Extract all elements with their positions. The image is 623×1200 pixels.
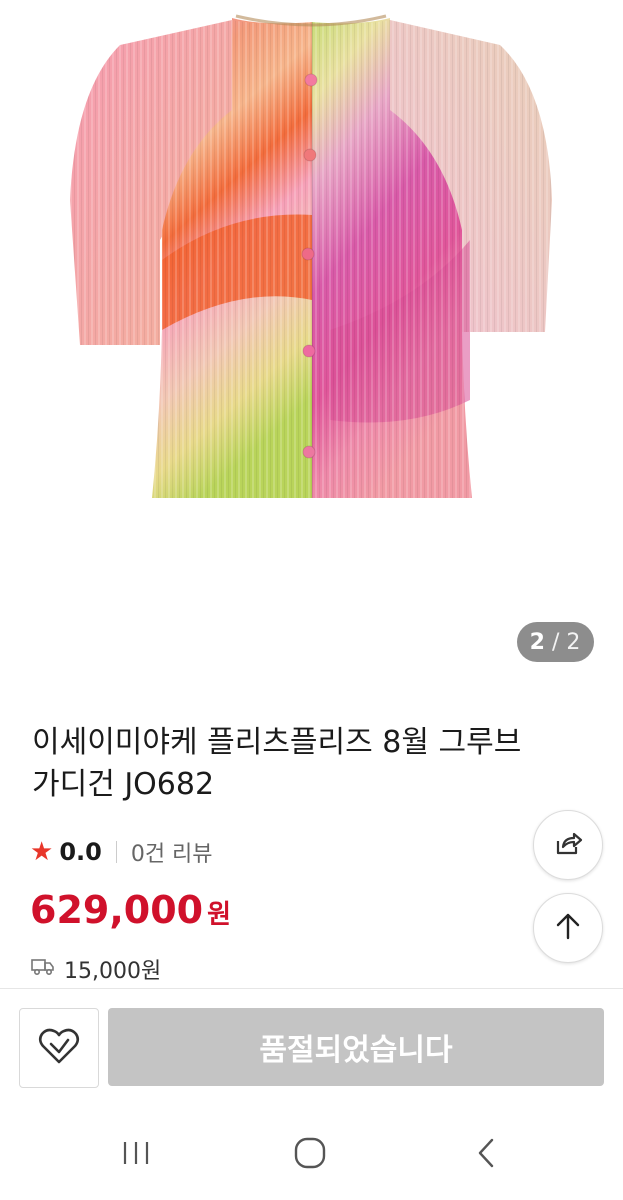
- image-counter-separator: /: [551, 629, 561, 655]
- home-icon: [293, 1136, 327, 1174]
- arrow-up-icon: [554, 911, 582, 945]
- system-navigation-bar: [0, 1110, 623, 1200]
- price: 629,000 원: [30, 888, 231, 944]
- scroll-top-button[interactable]: [533, 893, 603, 963]
- truck-icon: [30, 956, 64, 982]
- soldout-button[interactable]: 품절되었습니다: [108, 1008, 604, 1086]
- rating-row[interactable]: ★ 0.0 0건 리뷰: [30, 832, 213, 872]
- image-counter-total: 2: [566, 629, 582, 655]
- image-counter-current: 2: [529, 629, 546, 655]
- wishlist-button[interactable]: [19, 1008, 99, 1088]
- share-icon: [552, 827, 584, 863]
- nav-home-button[interactable]: [280, 1130, 340, 1180]
- back-icon: [474, 1136, 498, 1174]
- product-image[interactable]: 2 / 2: [0, 0, 623, 690]
- shipping-fee: 15,000원: [64, 959, 162, 984]
- heart-check-icon: [37, 1026, 81, 1070]
- recents-icon: [119, 1138, 153, 1172]
- bottom-action-bar: 품절되었습니다: [0, 988, 623, 1111]
- share-button[interactable]: [533, 810, 603, 880]
- image-counter: 2 / 2: [517, 622, 594, 662]
- price-amount: 629,000: [30, 888, 204, 932]
- rating-score: 0.0: [59, 838, 102, 866]
- product-title: 이세이미야케 플리츠플리즈 8월 그루브 가디건 JO682: [32, 725, 522, 802]
- price-unit: 원: [207, 900, 231, 930]
- nav-back-button[interactable]: [456, 1130, 516, 1180]
- shipping-info: 15,000원: [30, 952, 161, 986]
- star-icon: ★: [30, 837, 54, 867]
- rating-divider: [115, 841, 117, 863]
- cardigan-image: [70, 14, 552, 498]
- nav-recents-button[interactable]: [106, 1130, 166, 1180]
- review-count-link[interactable]: 0건 리뷰: [131, 836, 213, 868]
